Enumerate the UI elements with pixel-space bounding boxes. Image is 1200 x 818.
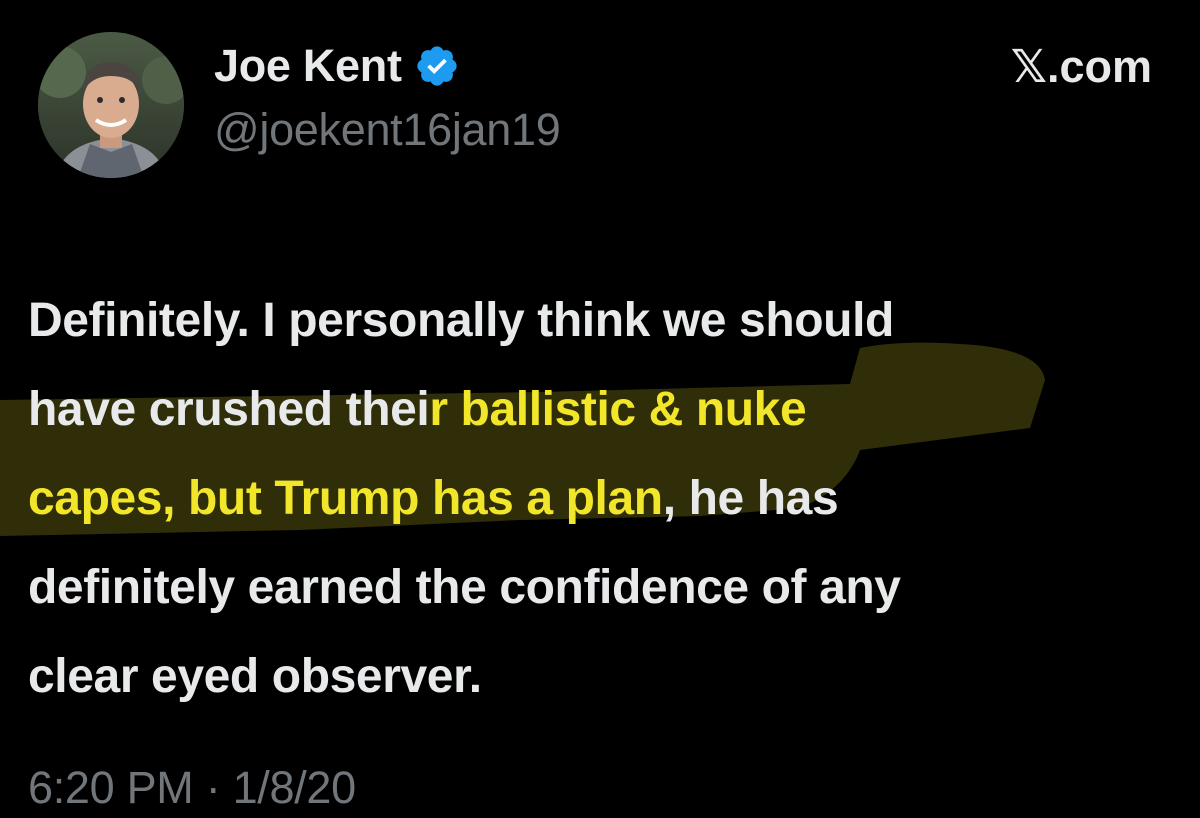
- tweet-line: Definitely. I personally think we should: [28, 276, 1178, 365]
- tweet-text-segment: clear eyed observer.: [28, 650, 482, 703]
- tweet-text: Definitely. I personally think we should…: [28, 276, 1178, 721]
- display-name[interactable]: Joe Kent: [214, 40, 402, 92]
- tweet-line: definitely earned the confidence of any: [28, 543, 1178, 632]
- source-label[interactable]: 𝕏.com: [1011, 36, 1152, 96]
- tweet-line: clear eyed observer.: [28, 632, 1178, 721]
- highlighted-text-segment: capes, but Trump has a plan: [28, 472, 663, 525]
- author-handle[interactable]: @joekent16jan19: [214, 104, 561, 156]
- tweet-text-segment: have crushed thei: [28, 383, 430, 436]
- tweet-timestamp[interactable]: 6:20 PM · 1/8/20: [28, 762, 356, 814]
- tweet-card: Joe Kent @joekent16jan19 𝕏.com Definitel…: [0, 0, 1200, 818]
- tweet-text-segment: Definitely. I personally think we should: [28, 294, 894, 347]
- highlighted-text-segment: r ballistic & nuke: [429, 383, 807, 436]
- tweet-line: have crushed their ballistic & nuke: [28, 365, 1178, 454]
- tweet-text-segment: , he has: [662, 472, 839, 525]
- tweet-text-segment: definitely earned the confidence of any: [28, 561, 901, 614]
- verified-badge-icon: [417, 46, 457, 86]
- profile-photo-icon: [38, 32, 184, 178]
- avatar[interactable]: [38, 32, 184, 178]
- author-name-row: Joe Kent: [214, 36, 460, 96]
- tweet-line: capes, but Trump has a plan, he has: [28, 454, 1178, 543]
